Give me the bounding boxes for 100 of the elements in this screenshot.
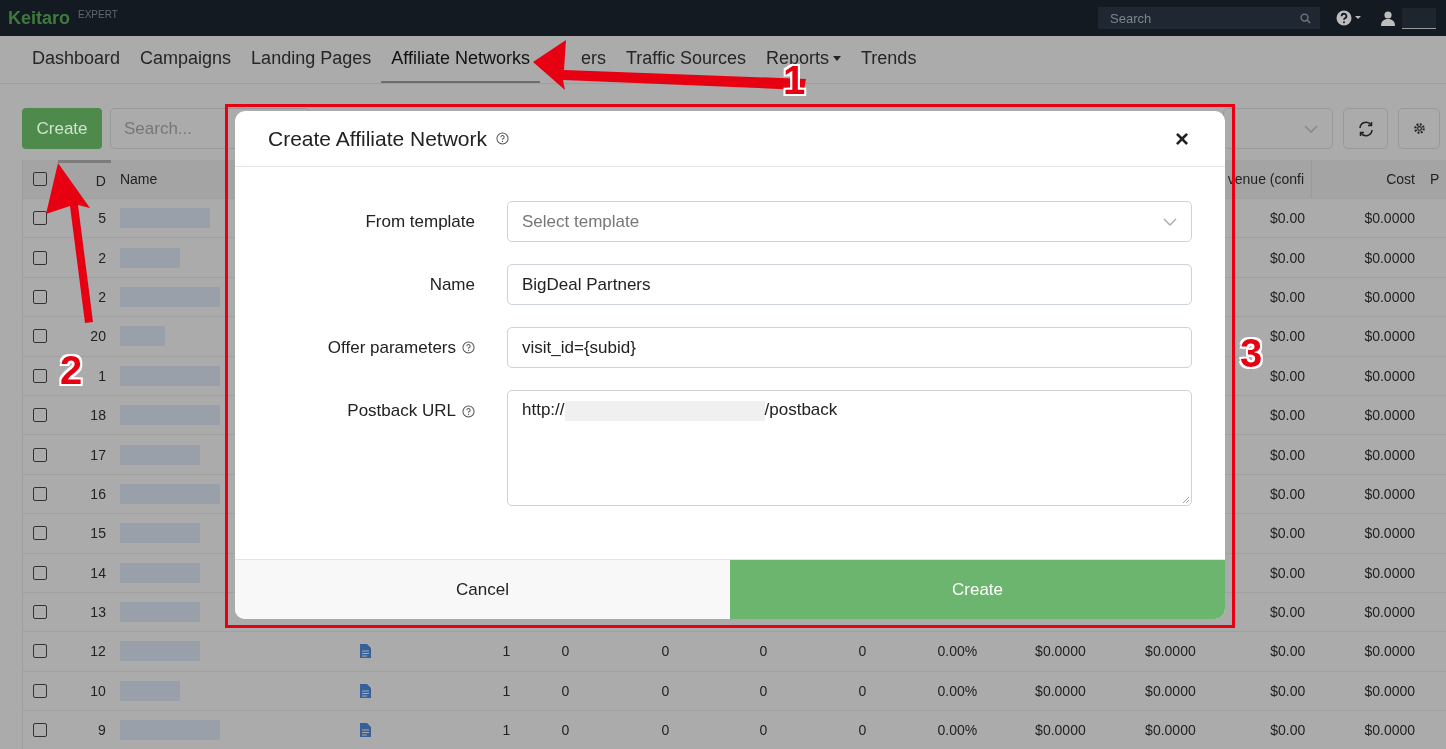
help-icon[interactable] bbox=[1336, 10, 1364, 26]
table-cell: $0.00 bbox=[1270, 288, 1306, 305]
table-cell: 1 bbox=[502, 643, 511, 660]
table-cell: $0.0000 bbox=[1145, 722, 1196, 739]
table-cell: 10 bbox=[90, 682, 106, 699]
logo[interactable]: Keitaro bbox=[8, 7, 70, 29]
table-cell: 2 bbox=[98, 288, 106, 305]
row-checkbox[interactable] bbox=[33, 683, 48, 698]
table-cell: $0.0000 bbox=[1364, 682, 1416, 699]
row-checkbox[interactable] bbox=[33, 289, 48, 304]
user-icon[interactable] bbox=[1380, 10, 1396, 26]
table-cell: $0.00 bbox=[1270, 485, 1306, 502]
table-cell: $0.0000 bbox=[1364, 722, 1416, 739]
document-icon bbox=[359, 644, 371, 659]
row-checkbox[interactable] bbox=[33, 408, 48, 423]
table-cell: 0 bbox=[858, 643, 867, 660]
table-cell: $0.0000 bbox=[1364, 367, 1415, 384]
table-cell: $0.0000 bbox=[1364, 604, 1415, 621]
table-cell: 14 bbox=[90, 564, 106, 581]
input-field[interactable]: visit_id={subid} bbox=[507, 327, 1192, 368]
row-checkbox[interactable] bbox=[33, 565, 48, 580]
column-header[interactable]: Name bbox=[119, 171, 158, 187]
table-cell: $0.00 bbox=[1270, 525, 1306, 542]
table-cell: 0 bbox=[858, 722, 867, 739]
table-cell: 0.00% bbox=[937, 722, 978, 739]
table-cell: $0.0000 bbox=[1364, 485, 1415, 502]
search-icon bbox=[1300, 13, 1311, 24]
table-cell: $0.0000 bbox=[1364, 328, 1415, 345]
select-all-checkbox[interactable] bbox=[33, 172, 48, 186]
table-cell: $0.00 bbox=[1270, 682, 1306, 699]
row-checkbox[interactable] bbox=[33, 447, 48, 462]
chevron-icon bbox=[1304, 124, 1318, 133]
row-checkbox[interactable] bbox=[33, 250, 48, 265]
column-header[interactable]: Cost bbox=[1386, 171, 1415, 187]
table-cell: 0 bbox=[661, 722, 670, 739]
annotation-number: 3 bbox=[1240, 333, 1263, 373]
field-label: Postback URL bbox=[347, 401, 456, 421]
table-cell: 13 bbox=[90, 604, 106, 621]
table-cell: $0.00 bbox=[1270, 249, 1306, 266]
settings-button[interactable] bbox=[1398, 108, 1440, 149]
table-cell: 0 bbox=[759, 682, 768, 699]
table-cell: 0 bbox=[759, 722, 768, 739]
table-cell: 0 bbox=[759, 643, 768, 660]
table-cell: 0.00% bbox=[937, 682, 978, 699]
table-cell: $0.00 bbox=[1270, 604, 1306, 621]
row-checkbox[interactable] bbox=[33, 605, 48, 620]
row-checkbox[interactable] bbox=[33, 644, 48, 659]
table-cell: $0.0000 bbox=[1364, 564, 1415, 581]
help-icon[interactable] bbox=[462, 341, 475, 354]
nav-tab[interactable]: Campaigns bbox=[130, 48, 242, 68]
table-cell: 5 bbox=[98, 210, 106, 227]
table-cell: $0.0000 bbox=[1145, 682, 1196, 699]
nav-tab[interactable]: Traffic Sources bbox=[615, 48, 756, 68]
table-cell: 0 bbox=[661, 643, 670, 660]
column-header[interactable]: P bbox=[1430, 171, 1440, 187]
table-cell: $0.00 bbox=[1270, 722, 1306, 739]
table-cell: $0.0000 bbox=[1364, 446, 1415, 463]
table-cell: 0 bbox=[561, 682, 570, 699]
table-cell: $0.00 bbox=[1270, 407, 1306, 424]
input-field[interactable]: BigDeal Partners bbox=[507, 264, 1192, 305]
annotation-number: 2 bbox=[60, 350, 83, 390]
close-button[interactable]: × bbox=[1171, 124, 1193, 153]
table-cell: 0 bbox=[858, 682, 867, 699]
help-icon[interactable] bbox=[462, 404, 475, 418]
row-checkbox[interactable] bbox=[33, 723, 48, 738]
nav-tab[interactable]: Landing Pages bbox=[241, 48, 382, 68]
table-cell: 20 bbox=[90, 328, 106, 345]
table-cell: 15 bbox=[90, 525, 106, 542]
resize-grip-icon bbox=[1182, 496, 1189, 503]
nav-tab[interactable]: Affiliate Networks bbox=[381, 48, 540, 68]
table-cell: 17 bbox=[90, 446, 106, 463]
row-checkbox[interactable] bbox=[33, 329, 48, 344]
row-checkbox[interactable] bbox=[33, 486, 48, 501]
search-field[interactable]: Search bbox=[1098, 7, 1320, 29]
redacted-username[interactable] bbox=[1402, 7, 1436, 29]
nav-tab[interactable]: ers bbox=[570, 48, 616, 68]
table-cell: $0.00 bbox=[1270, 367, 1306, 384]
cancel-button[interactable]: Cancel bbox=[235, 560, 730, 619]
column-header[interactable]: D bbox=[95, 172, 106, 189]
nav-tab[interactable]: Trends bbox=[851, 48, 927, 68]
help-icon[interactable] bbox=[496, 132, 510, 145]
template-select[interactable]: Select template bbox=[507, 201, 1192, 242]
table-cell: $0.0000 bbox=[1364, 407, 1415, 424]
table-cell: $0.0000 bbox=[1035, 643, 1086, 660]
postback-url-field[interactable]: http:// /postback bbox=[507, 390, 1192, 506]
table-cell: $0.00 bbox=[1270, 210, 1306, 227]
table-cell: 1 bbox=[502, 722, 511, 739]
table-cell: 9 bbox=[98, 722, 106, 739]
row-checkbox[interactable] bbox=[33, 526, 48, 541]
table-cell: 0 bbox=[561, 643, 570, 660]
table-cell: $0.00 bbox=[1270, 328, 1306, 345]
refresh-button[interactable] bbox=[1343, 108, 1388, 149]
nav-tab[interactable]: Dashboard bbox=[22, 48, 131, 68]
refresh-icon bbox=[1356, 119, 1375, 138]
edition-label: EXPERT bbox=[78, 8, 118, 20]
field-label: Offer parameters bbox=[327, 337, 456, 358]
table-cell: 2 bbox=[98, 249, 106, 266]
table-cell: 18 bbox=[90, 407, 106, 424]
table-cell: 0 bbox=[561, 722, 570, 739]
row-checkbox[interactable] bbox=[33, 368, 48, 383]
